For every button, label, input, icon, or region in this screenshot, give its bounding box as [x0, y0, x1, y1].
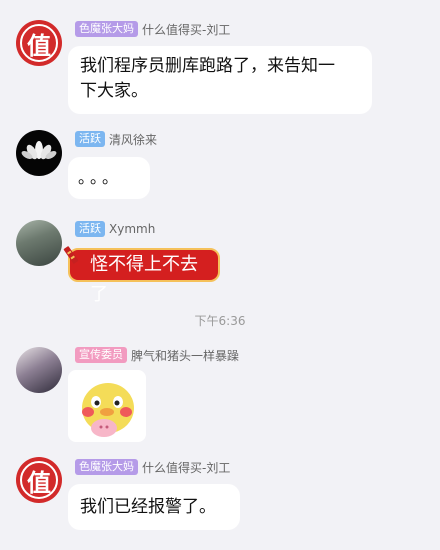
message-text: 怪不得上不去了 — [90, 254, 198, 305]
message-text: 我们已经报警了。 — [80, 497, 216, 517]
message-bubble[interactable]: 我们程序员删库跑路了，来告知一 下大家。 — [68, 46, 372, 114]
zhi-logo-icon[interactable]: 值 — [16, 20, 62, 66]
member-badge: 活跃 — [75, 221, 105, 237]
member-badge: 活跃 — [75, 131, 105, 147]
sender-line: 色魔张大妈 什么值得买-刘工 — [75, 458, 230, 476]
red-message-bubble[interactable]: 怪不得上不去了 — [68, 248, 220, 305]
message-line: 我们程序员删库跑路了，来告知一 — [80, 56, 335, 76]
message-bubble[interactable]: 。。。 — [68, 157, 150, 199]
member-badge: 宣传委员 — [75, 347, 127, 363]
member-badge: 色魔张大妈 — [75, 459, 138, 475]
sender-line: 活跃 清风徐来 — [75, 130, 157, 148]
sender-name[interactable]: 脾气和猪头一样暴躁 — [131, 347, 239, 364]
sender-line: 宣传委员 脾气和猪头一样暴躁 — [75, 346, 239, 364]
firecracker-icon — [63, 246, 79, 264]
sender-name[interactable]: 什么值得买-刘工 — [142, 459, 230, 476]
lotus-icon — [21, 141, 57, 160]
anime-avatar-icon[interactable] — [16, 347, 62, 393]
message-timestamp: 下午6:36 — [194, 314, 246, 328]
member-badge: 色魔张大妈 — [75, 21, 138, 37]
duck-sticker-icon[interactable] — [68, 370, 146, 442]
sender-name[interactable]: 什么值得买-刘工 — [142, 21, 230, 38]
sender-line: 色魔张大妈 什么值得买-刘工 — [75, 20, 230, 38]
message-line: 下大家。 — [80, 81, 148, 101]
sender-name[interactable]: 清风徐来 — [109, 131, 157, 148]
zhi-logo-icon[interactable]: 值 — [16, 457, 62, 503]
lotus-avatar-icon[interactable] — [16, 130, 62, 176]
sender-line: 活跃 Xymmh — [75, 220, 155, 238]
message-bubble[interactable]: 我们已经报警了。 — [68, 484, 240, 530]
message-text: 。。。 — [78, 168, 123, 187]
photo-avatar-icon[interactable] — [16, 220, 62, 266]
sender-name[interactable]: Xymmh — [109, 222, 155, 236]
